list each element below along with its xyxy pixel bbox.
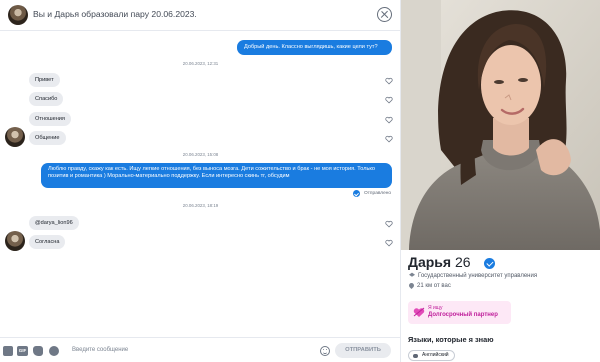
message-incoming: Общение (29, 131, 66, 145)
match-avatar[interactable] (5, 231, 25, 251)
sent-check-icon (353, 190, 360, 197)
message-status: Отправлено (364, 191, 392, 196)
message-incoming: Отношения (29, 112, 71, 126)
like-heart-icon[interactable] (385, 116, 393, 124)
profile-first-name: Дарья (408, 254, 452, 270)
location-pin-icon (407, 281, 416, 290)
match-avatar[interactable] (8, 5, 28, 25)
message-outgoing: Люблю правду, скажу как есть. Ищу легкие… (41, 163, 392, 188)
profile-distance: 21 км от вас (407, 281, 451, 290)
like-heart-icon[interactable] (385, 96, 393, 104)
languages-title: Языки, которые я знаю (408, 335, 494, 344)
verified-badge-icon (484, 258, 495, 269)
like-heart-icon[interactable] (385, 220, 393, 228)
close-icon[interactable] (377, 7, 392, 22)
gif-icon[interactable]: GIF (17, 346, 28, 356)
sticker-icon[interactable] (33, 346, 43, 356)
message-incoming: Привет (29, 73, 60, 87)
timestamp: 20.06.2023, 12:31 (182, 61, 219, 66)
chat-header: Вы и Дарья образовали пару 20.06.2023. (0, 0, 401, 31)
profile-age: 26 (454, 254, 471, 270)
message-incoming: @darya_lion96 (29, 216, 79, 230)
profile-name: Дарья 26 (408, 254, 471, 270)
profile-school: Государственный университет управления (409, 272, 537, 279)
relationship-goal-card: Я ищу Долгосрочный партнер (408, 301, 511, 324)
language-chip: Английский (408, 350, 455, 361)
message-incoming: Спасибо (29, 92, 64, 106)
image-icon[interactable] (3, 346, 13, 356)
emoji-icon[interactable] (320, 346, 330, 356)
match-title: Вы и Дарья образовали пару 20.06.2023. (33, 9, 197, 19)
message-incoming: Согласна (29, 235, 66, 249)
chat-panel: Вы и Дарья образовали пару 20.06.2023. Д… (0, 0, 401, 362)
like-heart-icon[interactable] (385, 239, 393, 247)
goal-value: Долгосрочный партнер (428, 312, 498, 318)
profile-panel: Дарья 26 Государственный университет упр… (401, 0, 600, 362)
timestamp: 20.06.2023, 18:19 (182, 203, 219, 208)
goal-caption: Я ищу (428, 305, 443, 311)
match-avatar[interactable] (5, 127, 25, 147)
send-button[interactable]: ОТПРАВИТЬ (335, 343, 391, 358)
message-composer: GIF Введите сообщение ОТПРАВИТЬ (0, 337, 401, 362)
timestamp: 20.06.2023, 15:08 (182, 152, 219, 157)
message-outgoing: Добрый день. Классно выглядишь, какие це… (237, 40, 392, 55)
message-input[interactable]: Введите сообщение (72, 347, 128, 353)
like-heart-icon[interactable] (385, 135, 393, 143)
school-icon (409, 272, 415, 277)
profile-distance-text: 21 км от вас (417, 283, 451, 289)
profile-school-text: Государственный университет управления (418, 273, 538, 279)
heart-arrow-icon (413, 307, 425, 317)
profile-photo[interactable] (401, 0, 600, 250)
like-heart-icon[interactable] (385, 77, 393, 85)
spotify-icon[interactable] (49, 346, 59, 356)
